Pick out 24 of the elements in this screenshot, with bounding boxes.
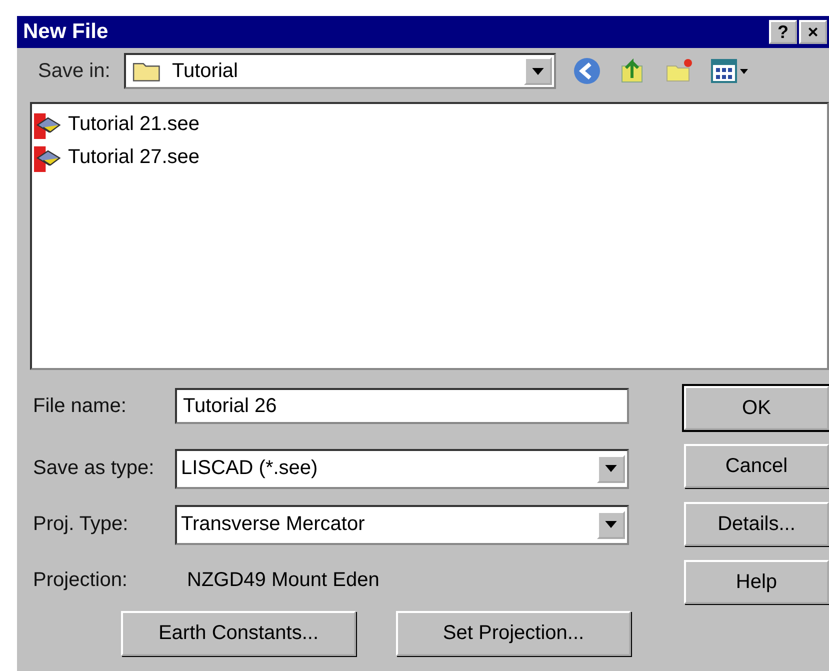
field-label: Projection: (33, 569, 128, 592)
folder-icon (132, 60, 162, 82)
file-item[interactable]: Tutorial 27.see (32, 141, 827, 174)
save-in-dropdown[interactable]: Tutorial (124, 53, 556, 89)
type-dropdown[interactable]: Transverse Mercator (175, 504, 629, 544)
dialog-button[interactable]: Details... (684, 502, 829, 546)
back-icon[interactable] (572, 56, 602, 86)
window-title: New File (23, 20, 108, 44)
dialog-button[interactable]: Help (684, 560, 829, 604)
field-label: Proj. Type: (33, 513, 130, 536)
dialog-button[interactable]: Cancel (684, 444, 829, 488)
file-name-field[interactable]: Tutorial 26 (175, 388, 629, 424)
projection-value: NZGD49 Mount Eden (186, 569, 380, 592)
dialog-button[interactable]: Earth Constants... (121, 611, 356, 656)
view-menu-icon[interactable] (710, 56, 750, 86)
dialog-button[interactable]: OK (684, 386, 829, 430)
dialog-button[interactable]: Set Projection... (396, 611, 631, 656)
field-label: Save as type: (33, 457, 156, 480)
close-button[interactable]: × (799, 20, 827, 44)
field-label: File name: (33, 394, 128, 418)
file-item[interactable]: Tutorial 21.see (32, 108, 827, 141)
save-in-label: Save in: (38, 60, 112, 82)
type-dropdown[interactable]: LISCAD (*.see) (175, 448, 629, 488)
help-button[interactable]: ? (769, 20, 797, 44)
